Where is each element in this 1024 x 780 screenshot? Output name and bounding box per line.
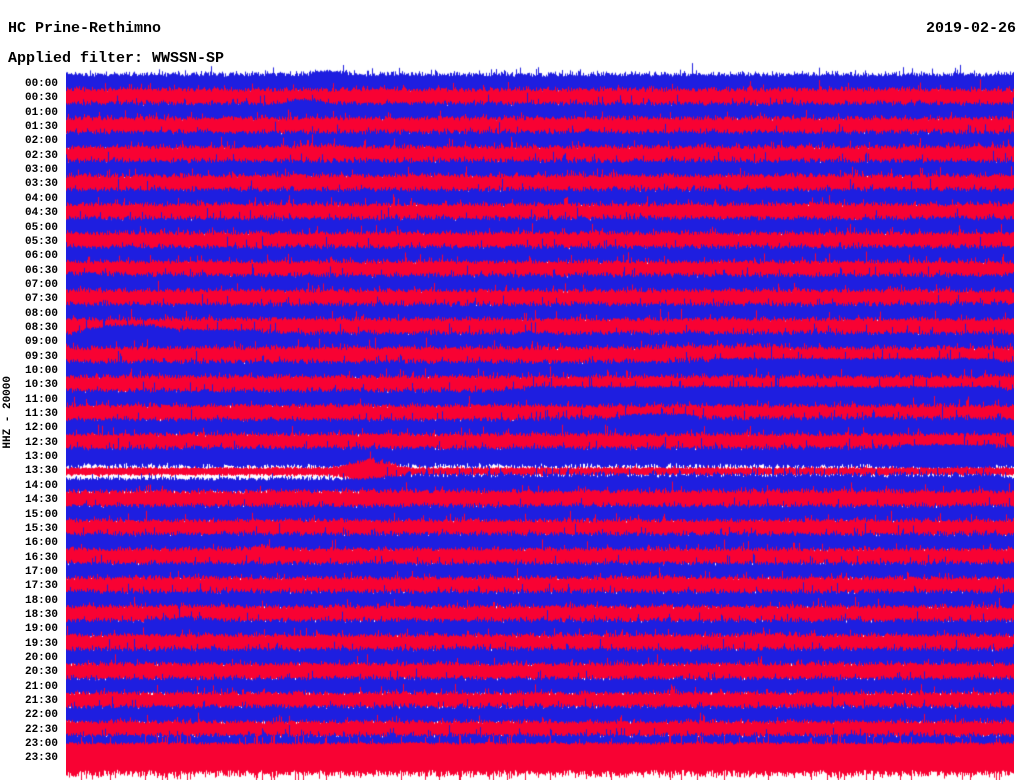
time-label: 19:30 <box>24 637 58 650</box>
time-label: 08:00 <box>24 307 58 320</box>
time-label: 15:30 <box>24 522 58 535</box>
time-label: 14:00 <box>24 479 58 492</box>
time-label: 02:30 <box>24 149 58 162</box>
time-label: 06:30 <box>24 264 58 277</box>
time-label: 11:00 <box>24 393 58 406</box>
time-label: 06:00 <box>24 250 58 263</box>
time-label: 17:00 <box>24 565 58 578</box>
time-label: 21:00 <box>24 680 58 693</box>
time-label: 01:30 <box>24 121 58 134</box>
date-label: 2019-02-26 <box>925 20 1016 37</box>
time-label: 21:30 <box>24 695 58 708</box>
time-label: 05:00 <box>24 221 58 234</box>
helicorder-canvas[interactable] <box>66 40 1014 780</box>
time-label: 22:00 <box>24 709 58 722</box>
time-label: 15:00 <box>24 508 58 521</box>
time-label: 10:00 <box>24 365 58 377</box>
time-label: 18:30 <box>24 608 58 621</box>
time-label: 00:30 <box>24 92 58 105</box>
time-label: 16:00 <box>24 537 58 550</box>
time-label: 07:00 <box>24 278 58 291</box>
time-label: 04:00 <box>24 192 58 205</box>
time-label: 02:00 <box>24 135 58 148</box>
time-label: 23:00 <box>24 738 58 751</box>
time-label: 03:00 <box>24 164 58 177</box>
time-label: 03:30 <box>24 178 58 191</box>
time-label: 01:00 <box>24 106 58 119</box>
time-label: 20:30 <box>24 666 58 679</box>
time-label: 17:30 <box>24 580 58 593</box>
time-label: 08:30 <box>24 321 58 334</box>
time-label: 05:30 <box>24 235 58 248</box>
time-label: 07:30 <box>24 293 58 306</box>
time-label: 20:00 <box>24 652 58 664</box>
time-label: 09:00 <box>24 336 58 349</box>
time-label: 12:30 <box>24 436 58 449</box>
time-label: 22:30 <box>24 723 58 736</box>
time-label: 14:30 <box>24 494 58 507</box>
time-label: 18:00 <box>24 594 58 607</box>
time-label: 16:30 <box>24 551 58 564</box>
time-label: 04:30 <box>24 207 58 220</box>
time-label: 13:00 <box>24 451 58 464</box>
time-label: 10:30 <box>24 379 58 392</box>
time-label: 09:30 <box>24 350 58 363</box>
time-label: 12:00 <box>24 422 58 435</box>
page-title: HC Prine-Rethimno <box>8 20 162 37</box>
time-label: 11:30 <box>24 408 58 421</box>
time-label: 00:00 <box>24 78 58 90</box>
time-label: 19:00 <box>24 623 58 636</box>
time-label: 13:30 <box>24 465 58 478</box>
time-label: 23:30 <box>24 752 58 765</box>
